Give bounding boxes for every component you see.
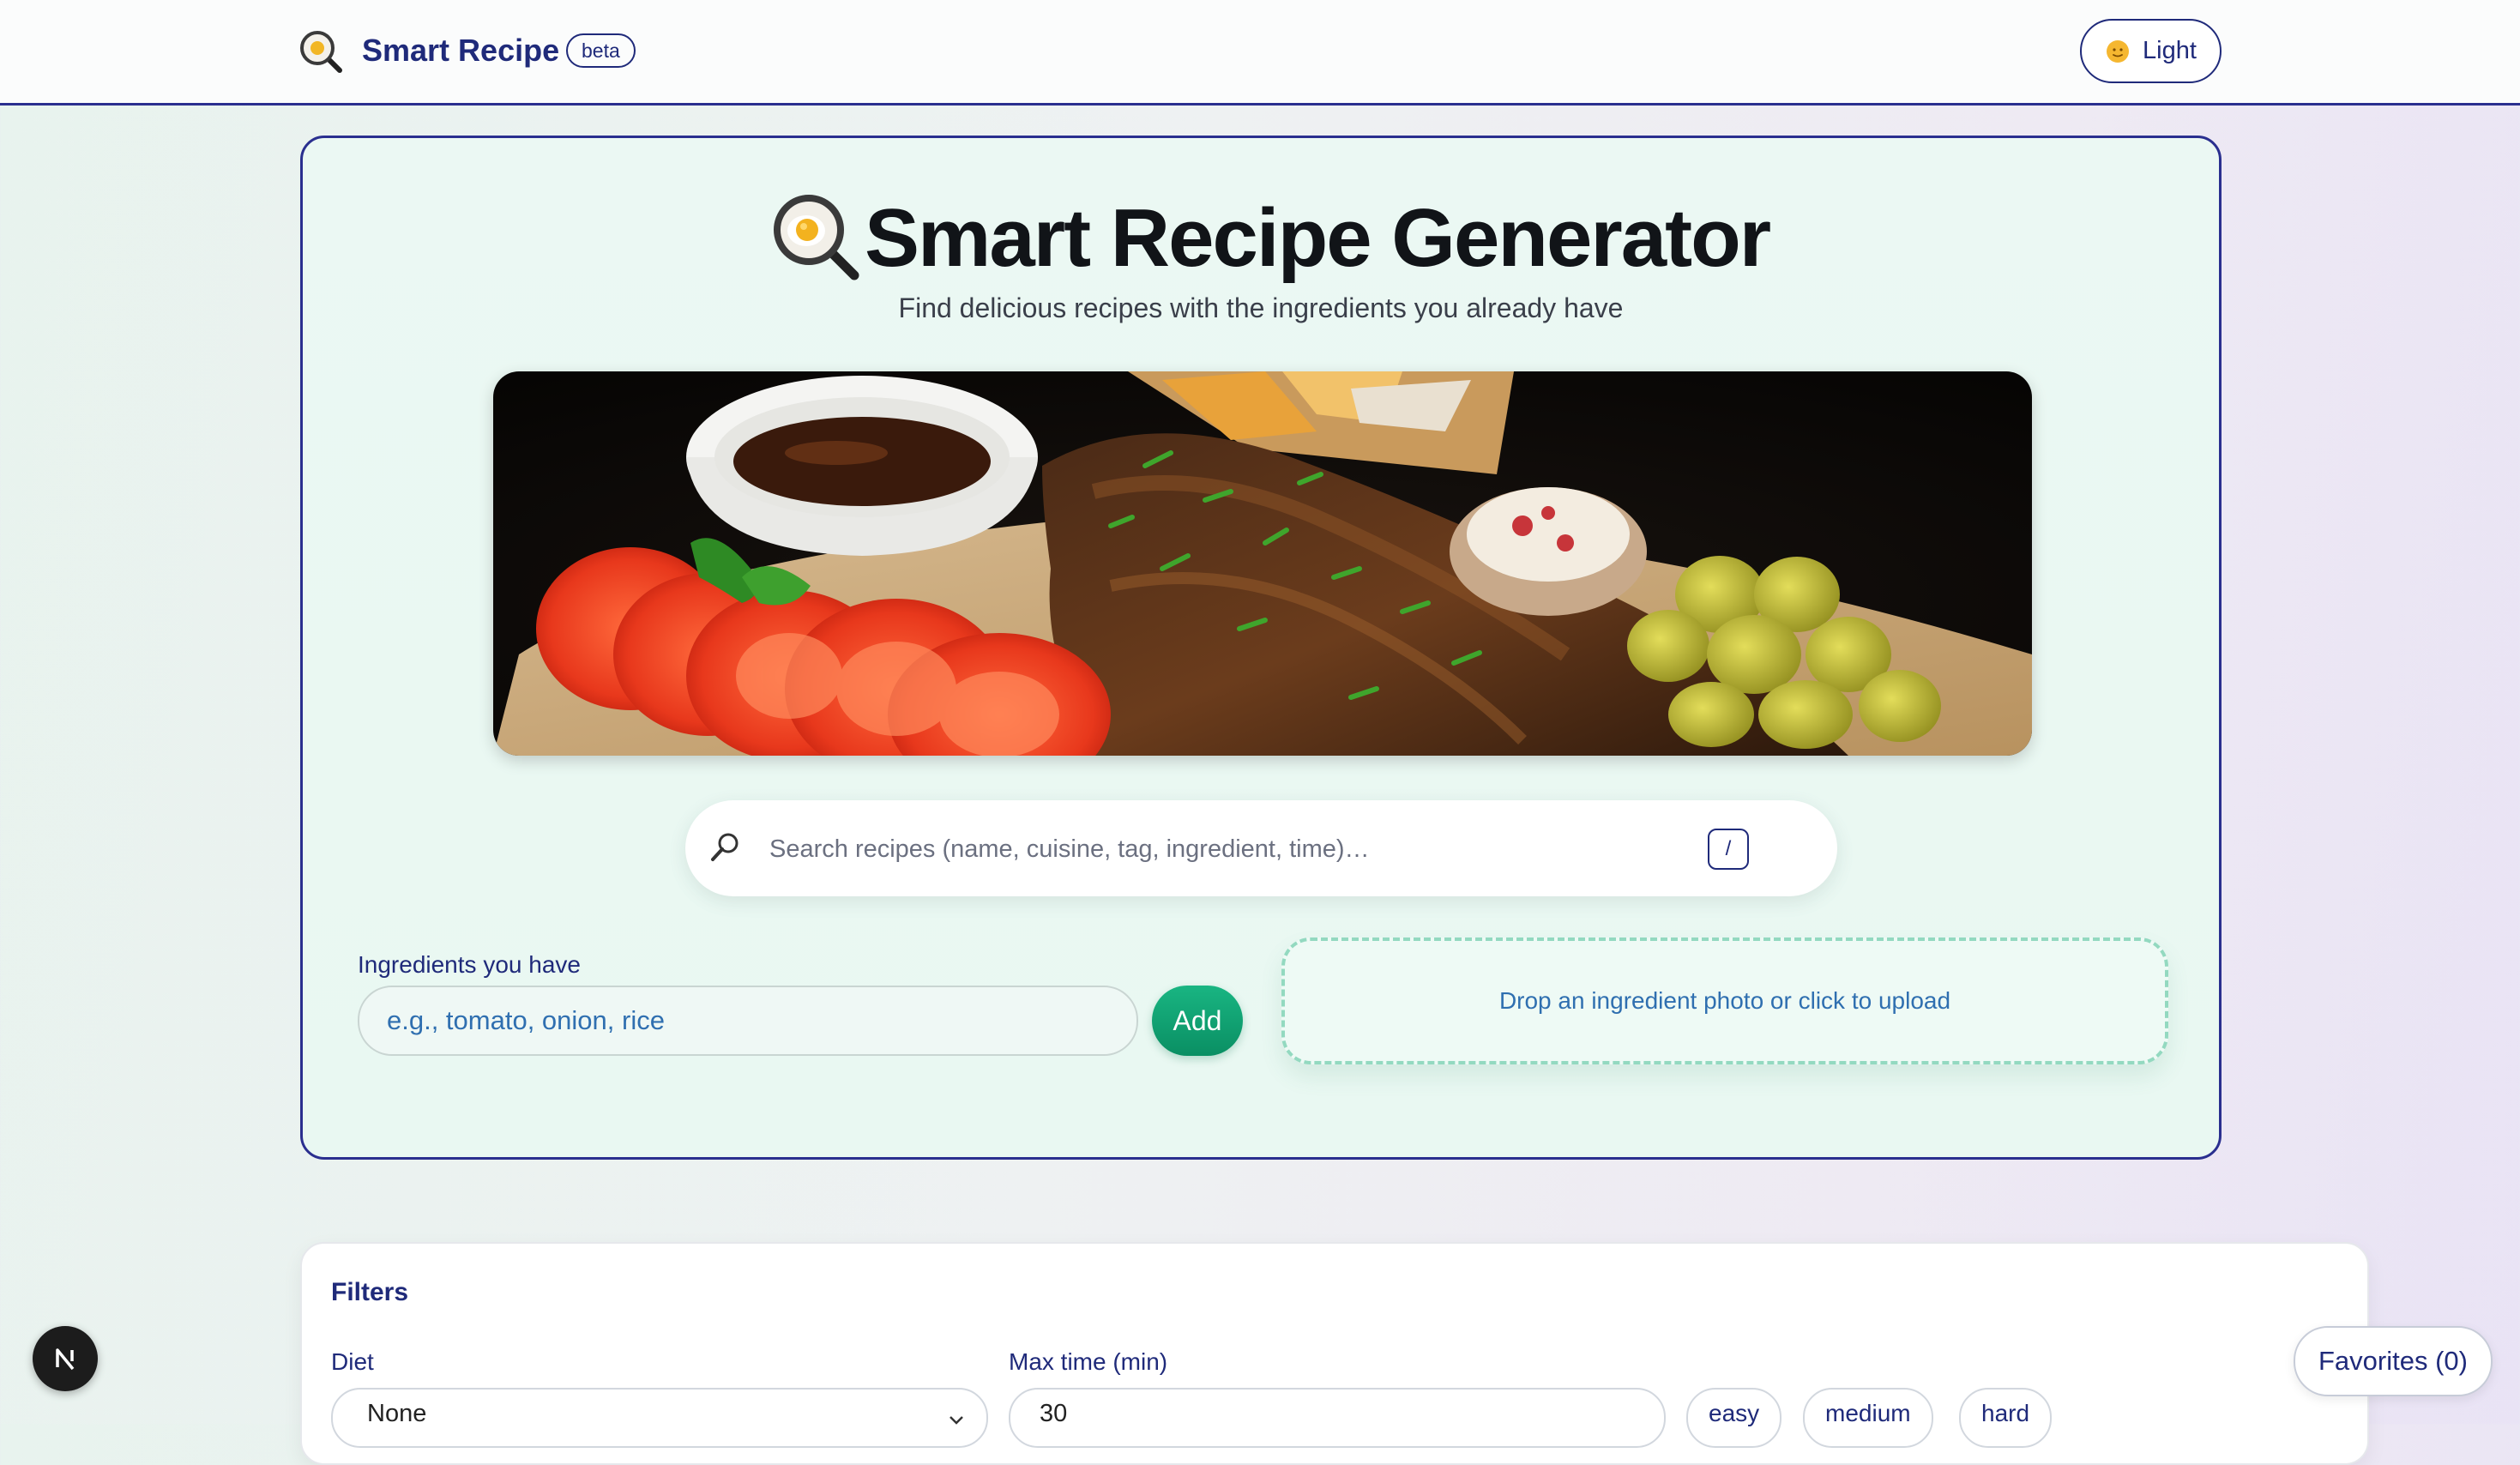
theme-toggle-label: Light	[2143, 37, 2197, 64]
hero-card: Smart Recipe Generator Find delicious re…	[300, 136, 2222, 1160]
page-title: Smart Recipe Generator	[865, 192, 1771, 284]
theme-toggle-button[interactable]: Light	[2080, 19, 2222, 83]
ingredients-label: Ingredients you have	[358, 951, 581, 978]
favorites-button[interactable]: Favorites (0)	[2294, 1326, 2493, 1396]
max-time-value: 30	[1040, 1400, 1068, 1427]
add-ingredient-button[interactable]: Add	[1152, 986, 1243, 1056]
chevron-down-icon	[950, 1416, 963, 1425]
filters-card: Filters Diet None Max time (min) 30 easy…	[300, 1242, 2369, 1465]
top-nav-bar: Smart Recipe beta Light	[0, 0, 2520, 106]
ingredient-photo-dropzone[interactable]: Drop an ingredient photo or click to upl…	[1281, 937, 2168, 1064]
search-icon	[711, 833, 739, 861]
difficulty-chip-easy[interactable]: easy	[1686, 1388, 1782, 1448]
diet-select[interactable]: None	[331, 1388, 988, 1448]
difficulty-chip-medium[interactable]: medium	[1803, 1388, 1933, 1448]
ingredient-input[interactable]	[358, 986, 1138, 1056]
magnifier-egg-icon	[774, 195, 859, 280]
diet-label: Diet	[331, 1348, 374, 1375]
max-time-label: Max time (min)	[1009, 1348, 1168, 1375]
recipe-search-bar: /	[685, 800, 1837, 896]
diet-select-value: None	[367, 1400, 427, 1427]
magnifier-egg-icon[interactable]	[298, 29, 343, 74]
recipe-search-input[interactable]	[768, 823, 1697, 876]
page-subtitle: Find delicious recipes with the ingredie…	[898, 292, 1624, 323]
search-shortcut-key: /	[1708, 829, 1749, 870]
sun-face-icon	[2107, 39, 2130, 63]
filters-title: Filters	[331, 1278, 409, 1306]
max-time-input[interactable]: 30	[1009, 1388, 1666, 1448]
hero-food-image	[493, 371, 2032, 756]
difficulty-chip-hard[interactable]: hard	[1959, 1388, 2053, 1448]
brand-name[interactable]: Smart Recipe	[362, 33, 559, 69]
nextjs-logo-icon	[56, 1348, 75, 1371]
dropzone-text: Drop an ingredient photo or click to upl…	[1498, 987, 1951, 1014]
beta-badge: beta	[566, 33, 636, 68]
nextjs-dev-badge[interactable]	[33, 1326, 98, 1391]
